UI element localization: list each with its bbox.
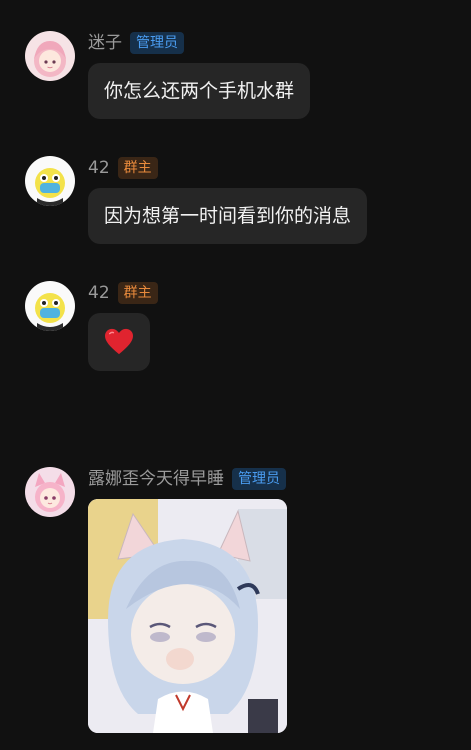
user-avatar[interactable] bbox=[25, 281, 75, 331]
message-bubble[interactable]: 你怎么还两个手机水群 bbox=[88, 63, 311, 119]
anime-cat-girl-sticker-icon bbox=[88, 499, 287, 733]
owner-badge: 群主 bbox=[117, 157, 158, 179]
message-meta: 露娜歪今天得早睡 管理员 bbox=[88, 467, 286, 491]
chat-screen: 迷子 管理员 你怎么还两个手机水群 42 群主 因为想第一时间看到你的消息 42… bbox=[0, 0, 471, 750]
sender-name[interactable]: 迷子 bbox=[88, 31, 122, 55]
admin-badge: 管理员 bbox=[232, 468, 286, 490]
user-avatar[interactable] bbox=[25, 156, 75, 206]
sender-name[interactable]: 42 bbox=[88, 281, 110, 305]
message-meta: 42 群主 bbox=[88, 281, 158, 305]
message-bubble[interactable]: 因为想第一时间看到你的消息 bbox=[88, 188, 368, 244]
owner-badge: 群主 bbox=[117, 282, 158, 304]
message-meta: 迷子 管理员 bbox=[88, 31, 184, 55]
admin-badge: 管理员 bbox=[130, 32, 184, 54]
message-meta: 42 群主 bbox=[88, 156, 158, 180]
sender-name[interactable]: 42 bbox=[88, 156, 110, 180]
user-avatar[interactable] bbox=[25, 467, 75, 517]
message-bubble[interactable] bbox=[88, 313, 150, 371]
sender-name[interactable]: 露娜歪今天得早睡 bbox=[88, 467, 224, 491]
sticker-image[interactable] bbox=[88, 499, 287, 733]
anime-cat-girl-avatar-icon bbox=[25, 467, 75, 517]
red-heart-icon bbox=[105, 328, 133, 355]
anime-girl-pink-avatar-icon bbox=[25, 31, 75, 81]
yellow-mascot-avatar-icon bbox=[25, 156, 75, 206]
user-avatar[interactable] bbox=[25, 31, 75, 81]
yellow-mascot-avatar-icon bbox=[25, 281, 75, 331]
